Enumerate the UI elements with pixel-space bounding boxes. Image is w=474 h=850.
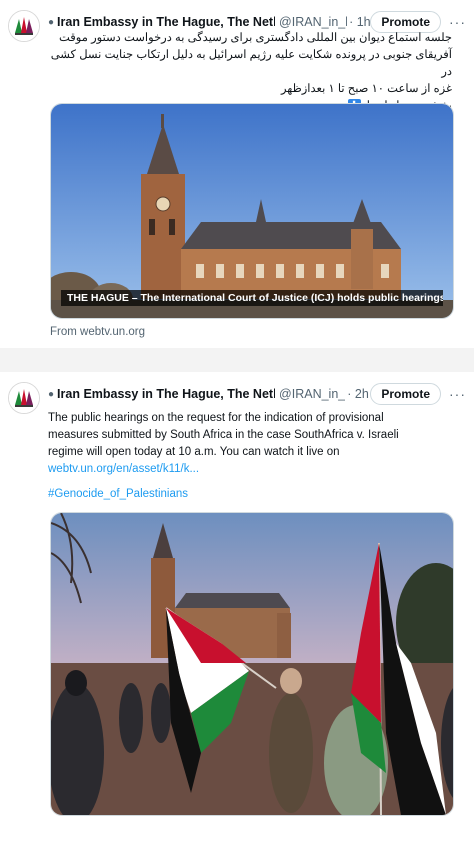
more-options-icon[interactable]: ··· [449, 386, 466, 402]
timestamp[interactable]: · 2h [347, 387, 369, 401]
embassy-logo-icon [9, 11, 39, 41]
peace-palace-photo [51, 104, 453, 318]
hashtag-link[interactable]: #Genocide_of_Palestinians [48, 488, 188, 500]
tweet-text-line: measures submitted by South Africa in th… [48, 429, 399, 441]
avatar[interactable] [8, 382, 40, 414]
tweet-header: ● Iran Embassy in The Hague, The Nethe @… [48, 383, 466, 405]
tweet-text: The public hearings on the request for t… [48, 410, 454, 478]
protest-photo [51, 513, 453, 815]
location-pin-icon: ● [48, 388, 55, 400]
account-name[interactable]: Iran Embassy in The Hague, The Nethe [57, 15, 275, 29]
tweet-text-line: The public hearings on the request for t… [48, 412, 384, 424]
image-caption: THE HAGUE – The International Court of J… [61, 290, 443, 306]
tweet-link[interactable]: webtv.un.org/en/asset/k11/k... [48, 461, 454, 478]
timestamp[interactable]: · 1h [349, 15, 370, 29]
source-link[interactable]: From webtv.un.org [50, 326, 145, 338]
tweet-1[interactable]: ● Iran Embassy in The Hague, The Nethe @… [0, 0, 474, 348]
more-options-icon[interactable]: ··· [449, 14, 466, 30]
location-pin-icon: ● [48, 16, 55, 28]
avatar[interactable] [8, 10, 40, 42]
account-handle[interactable]: @IRAN_in_ [279, 387, 345, 401]
tweet-text-line: جلسه استماع دیوان بین المللی دادگستری بر… [59, 32, 452, 44]
tweet-header: ● Iran Embassy in The Hague, The Nethe @… [48, 11, 466, 33]
account-handle[interactable]: @IRAN_in_l [279, 15, 347, 29]
tweet-image-peace-palace[interactable]: THE HAGUE – The International Court of J… [50, 103, 454, 319]
account-name[interactable]: Iran Embassy in The Hague, The Nethe [57, 387, 275, 401]
tweet-text-line: آفریقای جنوبی در پرونده شکایت علیه رژیم … [50, 49, 452, 78]
tweet-text-line: regime will open today at 10 a.m. You ca… [48, 446, 340, 458]
tweet-separator [0, 348, 474, 372]
tweet-2[interactable]: ● Iran Embassy in The Hague, The Nethe @… [0, 372, 474, 832]
tweet-text-line: غزه از ساعت ۱۰ صبح تا ۱ بعدازظهر [280, 83, 452, 95]
tweet-image-protest[interactable] [50, 512, 454, 816]
embassy-logo-icon [9, 383, 39, 413]
promote-button[interactable]: Promote [370, 383, 441, 405]
